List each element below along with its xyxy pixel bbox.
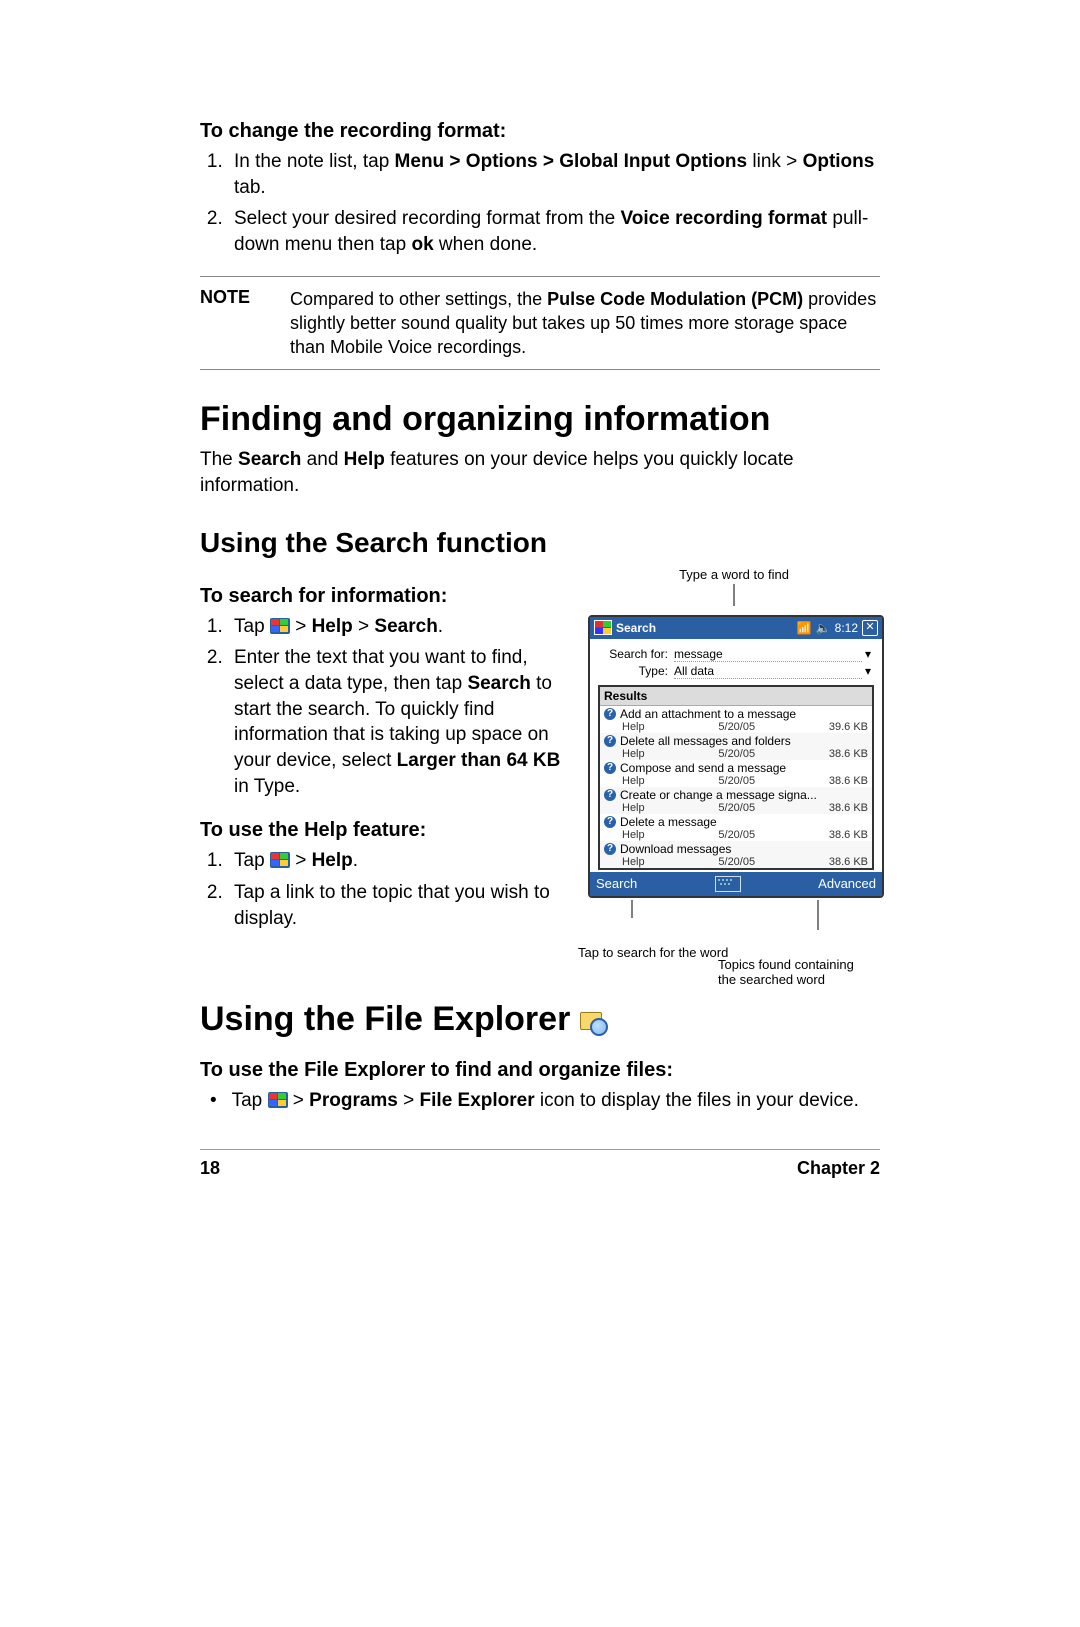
list-item: In the note list, tap Menu > Options > G…	[228, 149, 880, 200]
help-icon: ?	[604, 708, 616, 720]
help-icon: ?	[604, 735, 616, 747]
two-column-layout: To search for information: Tap > Help > …	[200, 565, 880, 940]
signal-icon: 📶	[797, 621, 812, 635]
list-item: Select your desired recording format fro…	[228, 206, 880, 257]
result-date: 5/20/05	[718, 748, 755, 760]
page-number: 18	[200, 1158, 220, 1179]
type-row: Type: All data ▾	[598, 664, 874, 679]
help-icon: ?	[604, 816, 616, 828]
heading-change-recording: To change the recording format:	[200, 120, 880, 143]
result-source: Help	[622, 721, 645, 733]
result-source: Help	[622, 775, 645, 787]
file-explorer-steps: Tap > Programs > File Explorer icon to d…	[200, 1088, 880, 1114]
list-item: Tap > Help.	[228, 848, 576, 874]
app-title: Search	[616, 621, 656, 635]
result-row: ? Delete all messages and foldersHelp 5/20…	[600, 733, 872, 760]
heading-search-info: To search for information:	[200, 585, 576, 608]
result-date: 5/20/05	[718, 775, 755, 787]
help-icon: ?	[604, 762, 616, 774]
result-size: 38.6 KB	[829, 748, 868, 760]
result-row: ? Add an attachment to a messageHelp 5/20/…	[600, 706, 872, 733]
column-left: To search for information: Tap > Help > …	[200, 565, 576, 937]
heading-use-help: To use the Help feature:	[200, 819, 576, 842]
note-box: NOTE Compared to other settings, the Pul…	[200, 276, 880, 371]
result-title: Download messages	[620, 842, 731, 856]
callout-bottom-graphic	[588, 900, 880, 940]
document-page: To change the recording format: In the n…	[100, 0, 980, 1219]
result-title: Add an attachment to a message	[620, 707, 796, 721]
column-right: Type a word to find Search 📶 🔈 8:12 ✕	[588, 565, 880, 940]
file-explorer-icon	[580, 1010, 608, 1036]
start-icon	[268, 1092, 288, 1108]
page-footer: 18 Chapter 2	[200, 1149, 880, 1179]
start-icon	[594, 620, 612, 635]
heading-use-file-explorer: To use the File Explorer to find and org…	[200, 1059, 880, 1082]
field-label: Type:	[598, 664, 674, 678]
result-title: Delete a message	[620, 815, 717, 829]
start-icon	[270, 618, 290, 634]
search-steps: Tap > Help > Search. Enter the text that…	[200, 614, 576, 799]
speaker-icon: 🔈	[816, 621, 831, 635]
help-icon: ?	[604, 843, 616, 855]
device-bottombar: Search Advanced	[590, 872, 882, 896]
results-panel: Results ?Add an attachment to a messageH…	[598, 685, 874, 870]
result-date: 5/20/05	[718, 802, 755, 814]
result-date: 5/20/05	[718, 856, 755, 868]
device-titlebar: Search 📶 🔈 8:12 ✕	[590, 617, 882, 639]
sip-icon	[715, 876, 741, 892]
help-steps: Tap > Help. Tap a link to the topic that…	[200, 848, 576, 931]
dropdown-icon: ▾	[862, 664, 874, 678]
result-source: Help	[622, 829, 645, 841]
result-row: ? Create or change a message signa...Help…	[600, 787, 872, 814]
result-source: Help	[622, 802, 645, 814]
note-text: Compared to other settings, the Pulse Co…	[290, 287, 880, 360]
recording-steps: In the note list, tap Menu > Options > G…	[200, 149, 880, 258]
chapter-label: Chapter 2	[797, 1158, 880, 1179]
search-for-value: message	[674, 647, 862, 662]
result-size: 39.6 KB	[829, 721, 868, 733]
result-source: Help	[622, 856, 645, 868]
result-size: 38.6 KB	[829, 775, 868, 787]
device-screenshot: Search 📶 🔈 8:12 ✕ Search for: message ▾	[588, 615, 884, 898]
result-size: 38.6 KB	[829, 829, 868, 841]
result-source: Help	[622, 748, 645, 760]
heading-using-search: Using the Search function	[200, 527, 880, 559]
callout-line-graphic	[588, 584, 880, 606]
callout-top: Type a word to find	[588, 567, 880, 582]
heading-finding: Finding and organizing information	[200, 400, 880, 439]
soft-key-right: Advanced	[818, 876, 876, 891]
list-item: Tap > Help > Search.	[228, 614, 576, 640]
help-icon: ?	[604, 789, 616, 801]
titlebar-right: 📶 🔈 8:12 ✕	[797, 620, 878, 636]
results-header: Results	[600, 687, 872, 706]
result-row: ? Download messagesHelp 5/20/05 38.6 KB	[600, 841, 872, 868]
intro-text: The Search and Help features on your dev…	[200, 447, 880, 498]
result-title: Create or change a message signa...	[620, 788, 817, 802]
callout-bottom-right: Topics found containing the searched wor…	[718, 957, 888, 988]
clock: 8:12	[835, 621, 858, 635]
list-item: Enter the text that you want to find, se…	[228, 645, 576, 799]
heading-file-explorer: Using the File Explorer	[200, 1000, 880, 1039]
soft-key-left: Search	[596, 876, 637, 891]
result-title: Delete all messages and folders	[620, 734, 791, 748]
dropdown-icon: ▾	[862, 647, 874, 661]
close-icon: ✕	[862, 620, 878, 636]
result-row: ? Compose and send a messageHelp 5/20/05 38…	[600, 760, 872, 787]
field-label: Search for:	[598, 647, 674, 661]
start-icon	[270, 852, 290, 868]
list-item: Tap > Programs > File Explorer icon to d…	[228, 1088, 880, 1114]
result-date: 5/20/05	[718, 829, 755, 841]
note-label: NOTE	[200, 287, 260, 360]
result-row: ? Delete a messageHelp 5/20/05 38.6 KB	[600, 814, 872, 841]
device-body: Search for: message ▾ Type: All data ▾ R…	[590, 639, 882, 872]
result-title: Compose and send a message	[620, 761, 786, 775]
result-date: 5/20/05	[718, 721, 755, 733]
result-size: 38.6 KB	[829, 856, 868, 868]
result-size: 38.6 KB	[829, 802, 868, 814]
list-item: Tap a link to the topic that you wish to…	[228, 880, 576, 931]
search-for-row: Search for: message ▾	[598, 647, 874, 662]
type-value: All data	[674, 664, 862, 679]
results-rows: ?Add an attachment to a messageHelp5/20/…	[600, 706, 872, 868]
